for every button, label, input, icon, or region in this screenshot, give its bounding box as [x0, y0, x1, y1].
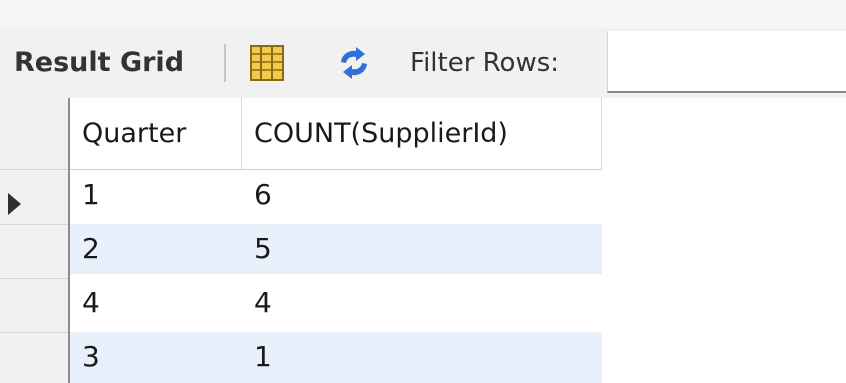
row-header-divider [0, 169, 70, 170]
grid-icon[interactable] [250, 45, 284, 81]
result-grid-title[interactable]: Result Grid [14, 43, 184, 83]
table-row[interactable]: 1 6 [70, 170, 602, 220]
quarter-cell[interactable]: 4 [82, 278, 100, 328]
current-row-arrow-icon [8, 193, 21, 215]
quarter-cell[interactable]: 1 [82, 170, 100, 220]
table-row[interactable]: 2 5 [70, 224, 602, 274]
row-header-divider [0, 224, 70, 225]
row-header-column [0, 98, 70, 383]
quarter-cell[interactable]: 3 [82, 332, 100, 382]
result-toolbar: Result Grid Filter Rows: [0, 28, 846, 98]
refresh-icon[interactable] [336, 46, 372, 80]
table-row[interactable]: 3 1 [70, 332, 602, 383]
table-row[interactable]: 4 4 [70, 278, 602, 328]
row-header-divider [0, 278, 70, 279]
filter-rows-label: Filter Rows: [410, 48, 560, 78]
column-header-quarter[interactable]: Quarter [70, 98, 242, 170]
count-cell[interactable]: 4 [254, 278, 272, 328]
result-grid: Quarter COUNT(SupplierId) 1 6 2 5 4 4 3 … [0, 98, 846, 383]
top-strip [0, 0, 846, 28]
count-cell[interactable]: 1 [254, 332, 272, 382]
column-header-count-supplierid[interactable]: COUNT(SupplierId) [242, 98, 602, 170]
row-header-divider [0, 332, 70, 333]
count-cell[interactable]: 5 [254, 224, 272, 274]
quarter-cell[interactable]: 2 [82, 224, 100, 274]
toolbar-separator [224, 44, 226, 82]
count-cell[interactable]: 6 [254, 170, 272, 220]
filter-rows-input[interactable] [607, 31, 846, 93]
